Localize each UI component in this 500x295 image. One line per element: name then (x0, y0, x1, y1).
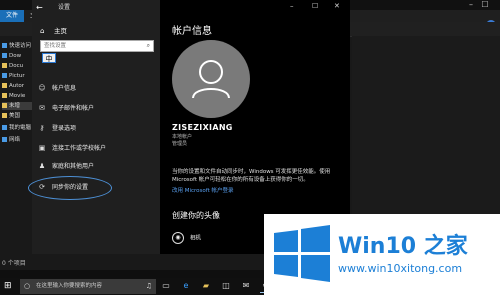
nav-item-folder[interactable]: Movie (2, 92, 25, 100)
microsoft-account-link[interactable]: 改用 Microsoft 帐户登录 (172, 186, 234, 194)
watermark-title: Win10 之家 (338, 234, 468, 259)
highlight-ellipse (28, 176, 112, 200)
taskbar-search-box[interactable]: ○ 在这里输入你要搜索的内容 ♫ (20, 279, 156, 294)
window-title: 设置 (58, 4, 71, 11)
nav-item-folder[interactable]: 美国 (2, 112, 20, 120)
sidebar-item-work-school[interactable]: ▣ 连接工作或学校帐户 (38, 142, 106, 154)
sidebar-item-sign-in-options[interactable]: ⚷ 登录选项 (38, 122, 76, 134)
home-icon: ⌂ (40, 27, 45, 35)
watermark-url: www.win10xitong.com (338, 262, 463, 275)
nav-item-downloads[interactable]: Dow (2, 52, 21, 60)
status-bar: 0 个项目 (2, 260, 26, 267)
sync-description: 当你的设置和文件自动同步时，Windows 可发挥更佳效能。使用 Microso… (172, 169, 331, 183)
document-icon (2, 63, 7, 68)
nav-item-quick-access[interactable]: 快速访问 (2, 42, 31, 50)
person-icon: ☺ (38, 84, 46, 92)
folder-icon (2, 83, 7, 88)
nav-item-documents[interactable]: Docu (2, 62, 23, 70)
sidebar-item-email-accounts[interactable]: ✉ 电子邮件和帐户 (38, 102, 94, 114)
nav-item-network[interactable]: 网络 (2, 136, 20, 144)
task-view-icon[interactable]: ▭ (160, 280, 172, 292)
nav-item-folder[interactable]: 未增 (2, 102, 34, 110)
account-name: ZISEZIXIANG (172, 123, 233, 132)
account-type: 本地帐户 (172, 134, 193, 140)
account-role: 管理员 (172, 141, 188, 147)
mail-icon: ✉ (39, 104, 45, 112)
download-icon (2, 53, 7, 58)
windows-logo-icon (274, 225, 330, 282)
sidebar-item-your-info[interactable]: ☺ 帐户信息 (38, 82, 76, 94)
folder-icon (2, 93, 7, 98)
search-icon: ○ (24, 282, 31, 290)
taskbar-search-placeholder: 在这里输入你要搜索的内容 (36, 283, 103, 289)
computer-icon (2, 125, 7, 130)
back-arrow-icon[interactable]: ← (36, 3, 43, 12)
avatar (172, 40, 250, 118)
page-title: 帐户信息 (172, 26, 212, 37)
explorer-icon[interactable]: ▰ (200, 280, 212, 292)
store-icon[interactable]: ◫ (220, 280, 232, 292)
folder-icon (2, 103, 7, 108)
sidebar-item-family[interactable]: ♟ 家庭和其他用户 (38, 160, 94, 172)
user-icon (192, 60, 230, 99)
settings-sidebar: ← 设置 ⌂主页 ⌕ 中 ☺帐户信息 ✉电子邮件和帐户 ⚷登录选项 ▣连接工作或… (28, 0, 160, 254)
edge-icon[interactable]: e (180, 280, 192, 292)
ime-indicator: 中 (42, 53, 56, 63)
mail-icon[interactable]: ✉ (240, 280, 252, 292)
family-icon: ♟ (38, 162, 46, 170)
camera-icon: ◉ (172, 232, 184, 244)
maximize-icon[interactable]: ☐ (478, 0, 492, 10)
start-windows-icon[interactable]: ⊞ (4, 281, 14, 291)
star-icon (2, 43, 7, 48)
watermark: Win10 之家 www.win10xitong.com (264, 214, 500, 295)
search-input[interactable] (41, 41, 144, 51)
tab-file[interactable]: 文件 (0, 10, 24, 22)
minimize-icon[interactable]: – (464, 0, 478, 10)
home-button[interactable]: ⌂ 主页 (40, 26, 67, 36)
search-icon[interactable]: ⌕ (147, 42, 150, 50)
settings-search-box[interactable]: ⌕ (40, 40, 154, 52)
briefcase-icon: ▣ (38, 144, 46, 152)
nav-item-pictures[interactable]: Pictur (2, 72, 25, 80)
maximize-icon[interactable]: ☐ (312, 2, 318, 11)
microphone-icon[interactable]: ♫ (146, 282, 152, 291)
camera-button[interactable]: ◉ 相机 (172, 232, 201, 244)
nav-item-this-pc[interactable]: 我的電腦 (2, 124, 31, 132)
key-icon: ⚷ (39, 124, 45, 132)
create-avatar-heading: 创建你的头像 (172, 211, 220, 220)
minimize-icon[interactable]: – (290, 2, 294, 11)
navigation-pane: 快速访问 Dow Docu Pictur Autor Movie 未增 美国 我… (0, 36, 34, 270)
folder-icon (2, 113, 7, 118)
picture-icon (2, 73, 7, 78)
nav-item-folder[interactable]: Autor (2, 82, 24, 90)
network-icon (2, 137, 7, 142)
close-icon[interactable]: ✕ (334, 2, 340, 11)
